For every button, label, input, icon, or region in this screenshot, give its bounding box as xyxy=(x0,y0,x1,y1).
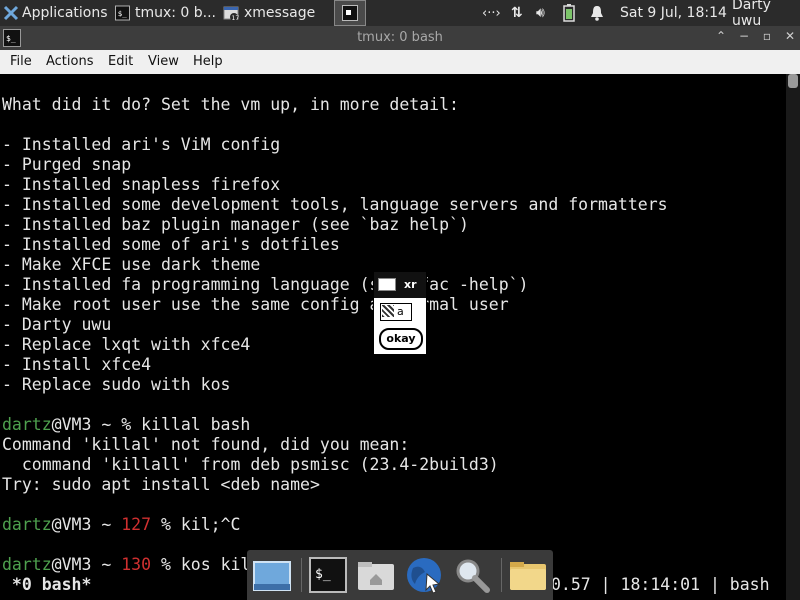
volume-icon[interactable]: 🔊︎ xyxy=(536,0,545,26)
prompt-user: dartz xyxy=(2,515,52,534)
terminal-line: - Purged snap xyxy=(2,155,132,174)
terminal-line: - Installed fa programming language (see… xyxy=(2,275,529,294)
prompt-command: % kos kil xyxy=(151,555,251,574)
terminal-line: - Install xfce4 xyxy=(2,355,152,374)
prompt-user: dartz xyxy=(2,555,52,574)
terminal-line: Try: sudo apt install <deb name> xyxy=(2,475,320,494)
shell-prompt-line: dartz@VM3 ~ 127 % kil;^C xyxy=(2,515,240,535)
terminal-line: - Replace sudo with kos xyxy=(2,375,231,394)
search-icon[interactable] xyxy=(451,554,493,596)
terminal-line: - Installed baz plugin manager (see `baz… xyxy=(2,215,469,234)
top-panel: Applications $_ tmux: 0 b... 17 xmessage… xyxy=(0,0,800,29)
prompt-host: @VM3 ~ xyxy=(51,515,122,534)
clock[interactable]: Sat 9 Jul, 18:14 xyxy=(620,0,727,26)
window-title: tmux: 0 bash xyxy=(357,30,443,45)
terminal-line: - Darty uwu xyxy=(2,315,112,334)
menu-file[interactable]: File xyxy=(10,54,32,69)
taskbar-item-active-window[interactable] xyxy=(334,0,366,26)
tmux-status-right: 0.57 | 18:14:01 | bash xyxy=(551,575,770,594)
files-folder-icon[interactable] xyxy=(507,554,549,596)
close-button[interactable]: ✕ xyxy=(783,29,797,43)
home-folder-icon[interactable] xyxy=(355,554,397,596)
prompt-command: % killal bash xyxy=(121,415,251,434)
okay-button[interactable]: okay xyxy=(379,328,423,350)
xmessage-titlebar[interactable]: xr xyxy=(374,272,426,298)
taskbar-item-tmux[interactable]: $_ tmux: 0 b... xyxy=(112,0,216,26)
pattern-icon xyxy=(382,305,394,317)
maximize-button[interactable]: ▫ xyxy=(760,29,774,43)
terminal-line: - Make root user use the same config as … xyxy=(2,295,509,314)
prompt-exit-code: 130 xyxy=(121,555,152,574)
dock-panel: $_ xyxy=(247,550,553,600)
notifications-bell-icon[interactable] xyxy=(590,0,604,26)
prompt-command: % kil;^C xyxy=(151,515,241,534)
window-menu-icon[interactable] xyxy=(378,278,396,291)
dock-separator xyxy=(301,558,302,592)
scrollbar-thumb[interactable] xyxy=(788,74,798,88)
svg-text:17: 17 xyxy=(232,15,240,21)
prompt-exit-code: 127 xyxy=(121,515,152,534)
prompt-user: dartz xyxy=(2,415,52,434)
applications-menu-label: Applications xyxy=(22,5,108,21)
terminal-line: command 'killall' from deb psmisc (23.4-… xyxy=(2,455,499,474)
show-desktop-icon[interactable] xyxy=(251,554,293,596)
shell-prompt-line: dartz@VM3 ~ 130 % kos kil xyxy=(2,555,250,575)
user-menu[interactable]: Darty uwu xyxy=(732,0,800,29)
svg-text:$_: $_ xyxy=(315,567,331,582)
applications-menu[interactable]: Applications xyxy=(0,0,110,26)
terminal-line: - Installed snapless firefox xyxy=(2,175,281,194)
prompt-host: @VM3 ~ xyxy=(51,555,122,574)
battery-icon[interactable] xyxy=(563,0,575,26)
transfer-icon[interactable]: ⇅ xyxy=(511,0,523,26)
svg-text:$_: $_ xyxy=(118,9,127,18)
xmessage-dialog: xr a okay xyxy=(373,271,427,355)
terminal-line: - Replace lxqt with xfce4 xyxy=(2,335,251,354)
terminal-line: - Installed some development tools, lang… xyxy=(2,195,668,214)
terminal-line: Command 'killal' not found, did you mean… xyxy=(2,435,410,454)
web-browser-icon[interactable] xyxy=(403,554,445,596)
terminal-icon: $_ xyxy=(115,5,130,21)
window-icon: 17 xyxy=(223,6,240,21)
xmessage-title: xr xyxy=(404,278,417,291)
menu-help[interactable]: Help xyxy=(193,54,223,69)
roll-up-icon[interactable]: ⌃ xyxy=(714,29,728,43)
xmessage-label: a xyxy=(380,303,412,321)
minimize-button[interactable]: − xyxy=(737,29,751,43)
terminal-line: What did it do? Set the vm up, in more d… xyxy=(2,95,459,114)
terminal-line: - Installed ari's ViM config xyxy=(2,135,281,154)
menu-actions[interactable]: Actions xyxy=(46,54,94,69)
terminal-line: - Make XFCE use dark theme xyxy=(2,255,261,274)
window-titlebar[interactable]: $_ tmux: 0 bash ⌃ − ▫ ✕ xyxy=(0,26,800,50)
taskbar-item-xmessage[interactable]: 17 xmessage xyxy=(220,0,330,26)
window-icon xyxy=(342,5,358,21)
xfce-logo-icon xyxy=(3,5,19,21)
dock-separator xyxy=(501,558,502,592)
network-indicator-icon[interactable]: ‹··› xyxy=(482,0,501,26)
menubar: File Actions Edit View Help xyxy=(0,50,800,74)
shell-prompt-line: dartz@VM3 ~ % killal bash xyxy=(2,415,250,435)
tmux-window-list: *0 bash* xyxy=(2,575,92,594)
menu-view[interactable]: View xyxy=(148,54,179,69)
terminal-scrollbar[interactable] xyxy=(786,74,800,600)
prompt-host: @VM3 ~ xyxy=(51,415,122,434)
terminal-launcher-icon[interactable]: $_ xyxy=(307,554,349,596)
terminal-line: - Installed some of ari's dotfiles xyxy=(2,235,340,254)
taskbar-item-label: xmessage xyxy=(244,5,316,21)
xmessage-text: a xyxy=(397,305,404,318)
taskbar-item-label: tmux: 0 b... xyxy=(134,5,216,21)
menu-edit[interactable]: Edit xyxy=(108,54,133,69)
